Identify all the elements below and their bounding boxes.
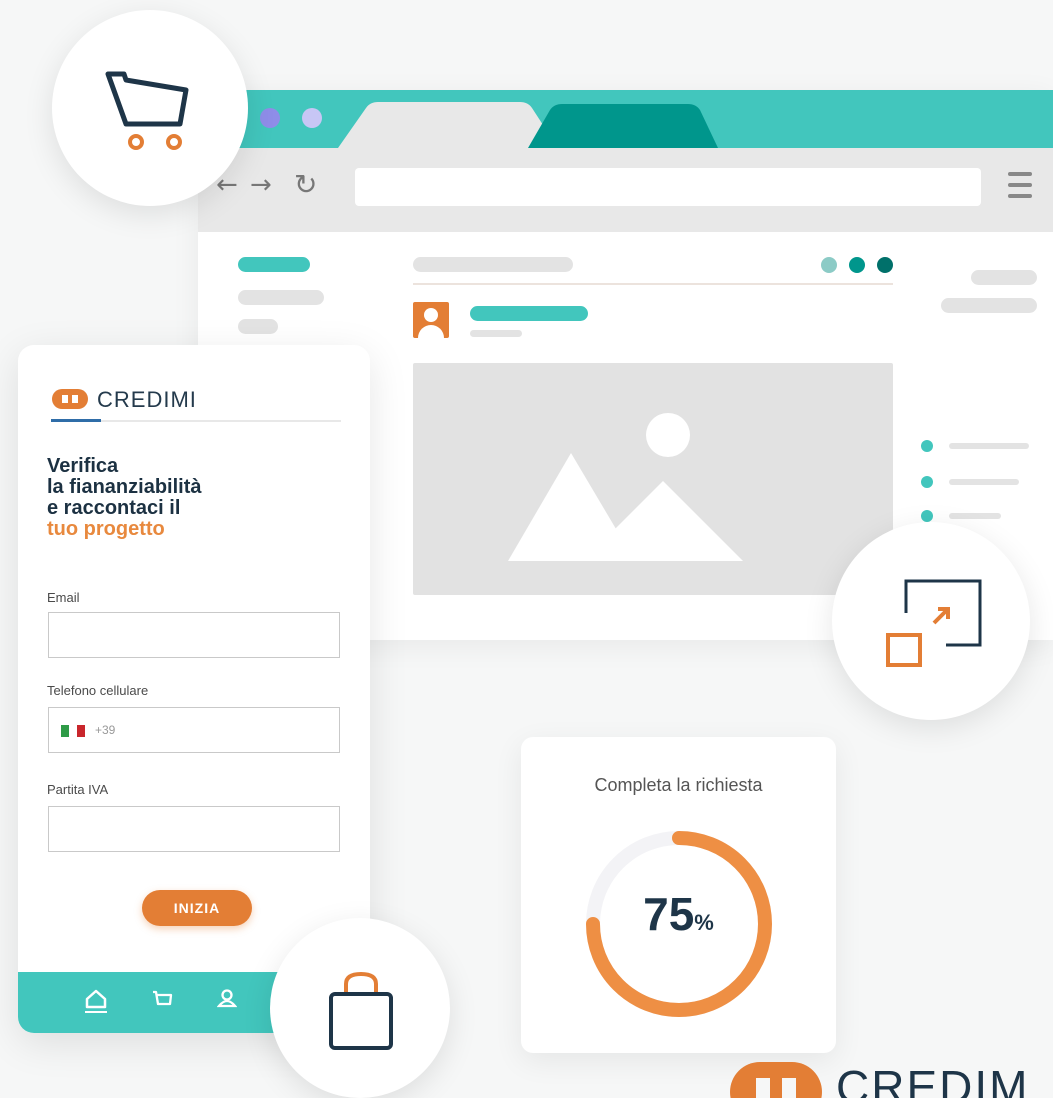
placeholder-name-bar	[470, 306, 588, 321]
browser-tab-active[interactable]	[338, 102, 558, 148]
hamburger-menu-icon[interactable]	[1008, 172, 1032, 202]
email-label: Email	[47, 590, 80, 605]
brand-logo: CREDIMI	[51, 387, 271, 413]
address-bar[interactable]	[355, 168, 981, 206]
start-button[interactable]: INIZIA	[142, 890, 252, 926]
placeholder-bar	[941, 298, 1037, 313]
vat-field[interactable]	[48, 806, 340, 852]
browser-nav-bar: ← → ↻	[198, 148, 1053, 232]
progress-value: 75%	[521, 887, 836, 941]
progress-number: 75	[643, 888, 695, 940]
phone-label: Telefono cellulare	[47, 683, 149, 698]
footer-brand-name: CREDIM	[836, 1061, 1030, 1098]
user-icon[interactable]	[217, 988, 237, 1008]
reload-icon[interactable]: ↻	[294, 168, 317, 201]
email-field[interactable]	[48, 612, 340, 658]
placeholder-bar	[949, 443, 1029, 449]
progress-unit: %	[694, 910, 714, 935]
status-dot	[877, 257, 893, 273]
shopping-cart-icon	[105, 71, 189, 150]
status-dot	[821, 257, 837, 273]
placeholder-heading-bar	[413, 257, 573, 272]
placeholder-bar	[949, 479, 1019, 485]
cart-icon[interactable]	[151, 989, 173, 1009]
forward-arrow-icon[interactable]: →	[250, 170, 272, 200]
expand-circle	[832, 522, 1030, 720]
credimi-logo-icon	[52, 389, 88, 409]
headline-line: e raccontaci il	[47, 497, 181, 519]
list-bullet	[921, 476, 933, 488]
cart-circle	[52, 10, 248, 206]
bag-circle	[270, 918, 450, 1098]
vat-label: Partita IVA	[47, 782, 109, 797]
divider	[413, 283, 893, 285]
window-dot-purple[interactable]	[260, 108, 280, 128]
expand-icon	[886, 579, 982, 667]
status-dot	[849, 257, 865, 273]
brand-underline-active	[51, 419, 101, 422]
list-bullet	[921, 510, 933, 522]
placeholder-bar	[238, 319, 278, 334]
home-icon[interactable]	[85, 988, 107, 1014]
progress-card: Completa la richiesta 75%	[521, 737, 836, 1053]
placeholder-bar	[470, 330, 522, 337]
progress-title: Completa la richiesta	[594, 775, 763, 795]
browser-tab-inactive[interactable]	[528, 104, 718, 148]
window-dot-lavender[interactable]	[302, 108, 322, 128]
browser-tab-bar	[198, 90, 1053, 148]
footer-logo: CREDIM	[728, 1058, 1053, 1098]
brand-name: CREDIMI	[97, 387, 197, 412]
phone-field[interactable]: +39	[48, 707, 340, 753]
placeholder-bar	[238, 257, 310, 272]
avatar	[413, 302, 449, 338]
placeholder-bar	[971, 270, 1037, 285]
italy-flag-icon	[61, 725, 85, 737]
phone-prefix: +39	[95, 723, 116, 737]
headline-line-accent: tuo progetto	[47, 518, 165, 540]
credimi-logo-icon	[730, 1062, 822, 1098]
headline-line: Verifica	[47, 455, 119, 477]
shopping-bag-icon	[329, 971, 393, 1050]
list-bullet	[921, 440, 933, 452]
form-headline: Verifica la fiananziabilità e raccontaci…	[47, 456, 347, 540]
mountain-image-icon	[508, 413, 743, 561]
headline-line: la fiananziabilità	[47, 476, 202, 498]
placeholder-bar	[949, 513, 1001, 519]
image-placeholder	[413, 363, 893, 595]
placeholder-bar	[238, 290, 324, 305]
